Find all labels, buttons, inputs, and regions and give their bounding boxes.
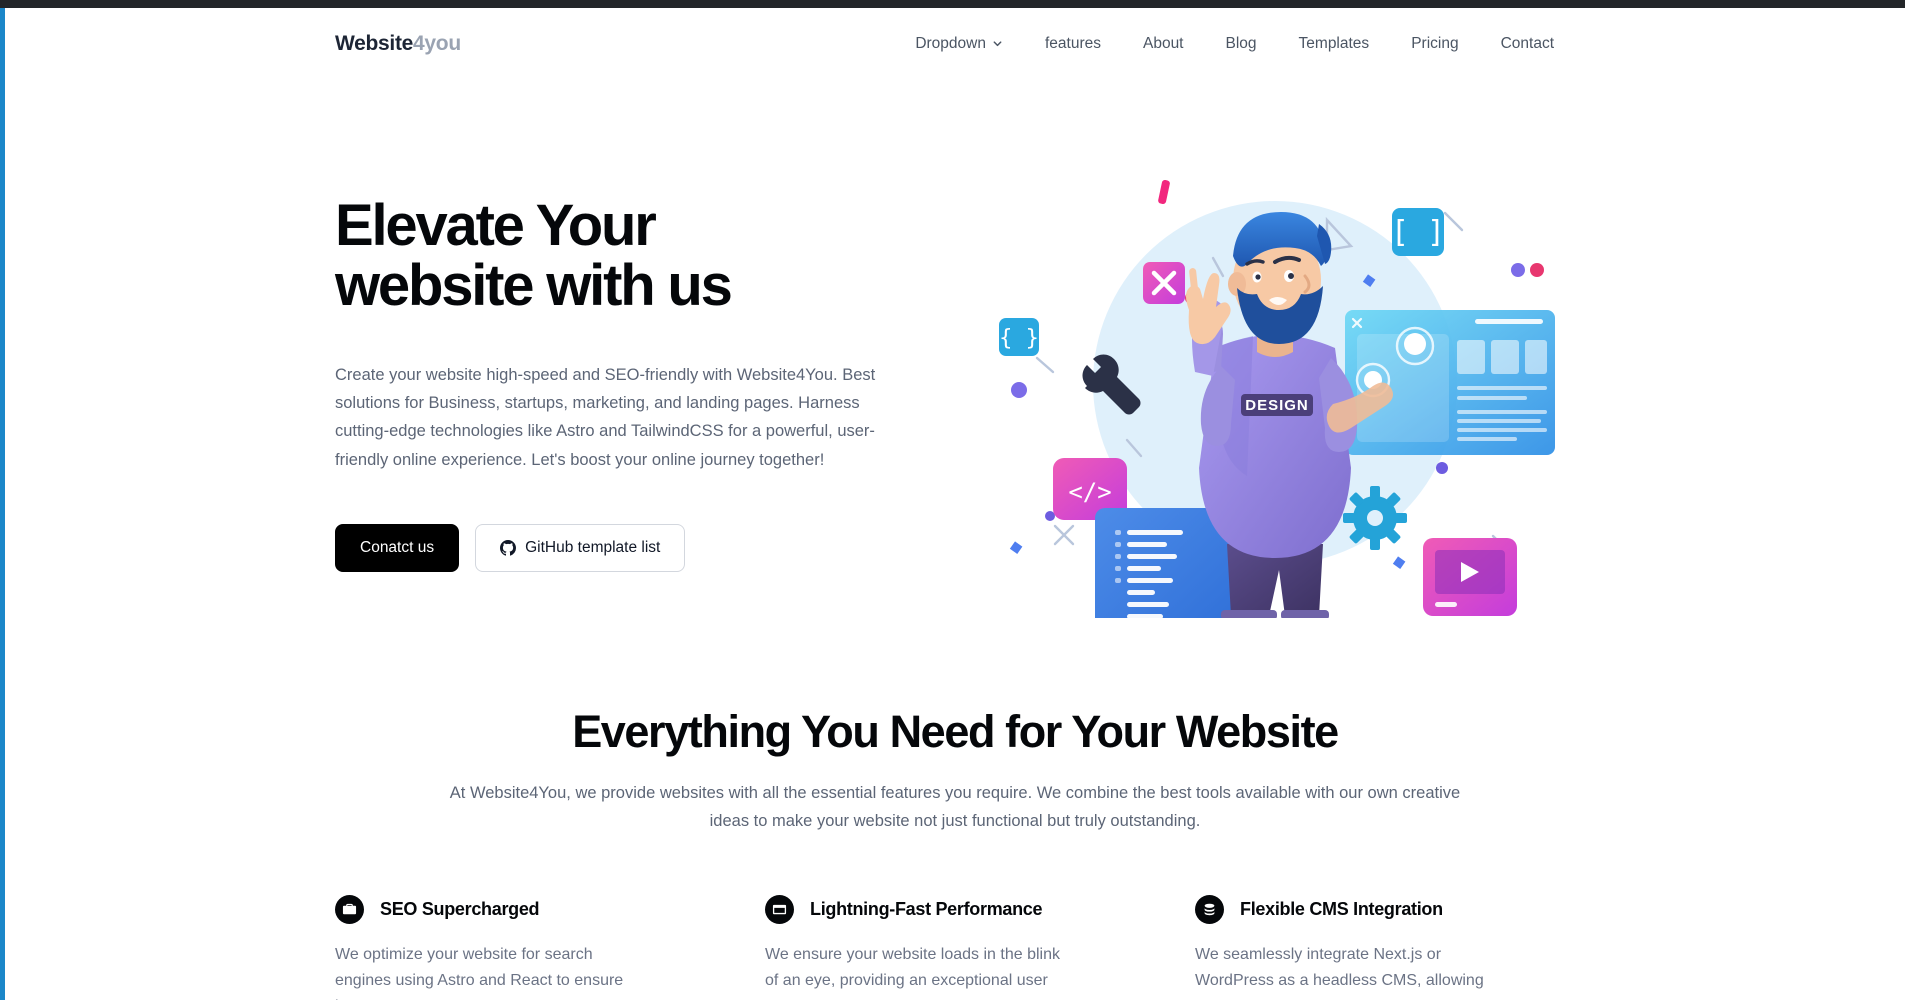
- feature-card-seo: SEO Supercharged We optimize your websit…: [335, 895, 715, 1000]
- hero-button-group: Conatct us GitHub template list: [335, 524, 935, 573]
- hero-illustration: [ ] { } </> DESIGN: [975, 158, 1575, 618]
- contact-us-button-label: Conatct us: [360, 539, 435, 557]
- nav-item-dropdown[interactable]: Dropdown: [894, 29, 1024, 59]
- close-badge: [1143, 262, 1185, 304]
- features-section: Everything You Need for Your Website At …: [335, 706, 1575, 1000]
- contact-us-button[interactable]: Conatct us: [335, 524, 460, 573]
- brackets-badge-top: [ ]: [1391, 208, 1445, 256]
- feature-description: We ensure your website loads in the blin…: [765, 946, 1060, 990]
- nav-item-label: Pricing: [1411, 35, 1459, 52]
- browser-window-icon: [765, 895, 794, 925]
- page-root: Website4you Dropdown features About Blog: [5, 8, 1905, 1000]
- nav-item-label: features: [1044, 35, 1101, 52]
- browser-left-edge: [0, 8, 5, 1000]
- site-logo[interactable]: Website4you: [335, 32, 461, 56]
- nav-item-templates[interactable]: Templates: [1278, 29, 1391, 59]
- nav-item-about[interactable]: About: [1122, 29, 1205, 59]
- nav-item-label: Dropdown: [915, 35, 986, 52]
- svg-text:</>: </>: [1068, 478, 1111, 506]
- nav-item-contact[interactable]: Contact: [1480, 29, 1575, 59]
- feature-title: SEO Supercharged: [380, 899, 540, 920]
- feature-card-cms: Flexible CMS Integration We seamlessly i…: [1195, 895, 1575, 1000]
- hero-subtitle: Create your website high-speed and SEO-f…: [335, 365, 876, 469]
- browser-top-bar: [0, 0, 1905, 8]
- features-subtitle: At Website4You, we provide websites with…: [449, 784, 1461, 830]
- browser-window-graphic: [1345, 310, 1555, 455]
- hero-section: Elevate Your website with us Create your…: [335, 70, 1575, 618]
- nav-item-label: Contact: [1500, 35, 1554, 52]
- hero-title: Elevate Your website with us: [335, 193, 935, 319]
- features-title: Everything You Need for Your Website: [572, 706, 1339, 757]
- feature-grid: SEO Supercharged We optimize your websit…: [335, 895, 1575, 1000]
- chevron-down-icon: [992, 38, 1003, 49]
- github-template-list-label: GitHub template list: [525, 539, 661, 557]
- briefcase-icon: [335, 895, 364, 925]
- feature-description: We optimize your website for search engi…: [335, 946, 624, 1000]
- gear-icon: [1343, 486, 1407, 550]
- nav-item-label: Blog: [1225, 35, 1257, 52]
- feature-description: We seamlessly integrate Next.js or WordP…: [1195, 946, 1484, 990]
- database-stack-icon: [1195, 895, 1224, 925]
- logo-accent-text: 4you: [413, 32, 461, 55]
- site-header: Website4you Dropdown features About Blog: [5, 8, 1905, 70]
- hero-title-line-1: Elevate Your: [335, 193, 657, 258]
- nav-item-label: Templates: [1298, 35, 1370, 52]
- hero-title-line-2: website with us: [335, 253, 733, 319]
- hero-content: Elevate Your website with us Create your…: [335, 148, 935, 573]
- svg-text:{ }: { }: [999, 326, 1039, 351]
- nav-item-pricing[interactable]: Pricing: [1390, 29, 1479, 59]
- svg-text:[ ]: [ ]: [1391, 215, 1445, 250]
- feature-title: Lightning-Fast Performance: [810, 899, 1043, 920]
- braces-badge-left: { }: [999, 318, 1039, 356]
- main-navigation: Dropdown features About Blog Templates P…: [894, 29, 1575, 59]
- github-icon: [500, 540, 517, 556]
- nav-item-features[interactable]: features: [1024, 29, 1122, 59]
- nav-item-blog[interactable]: Blog: [1205, 29, 1278, 59]
- feature-title: Flexible CMS Integration: [1240, 899, 1443, 920]
- github-template-list-button[interactable]: GitHub template list: [475, 524, 686, 573]
- video-player-card: [1423, 538, 1517, 616]
- feature-card-performance: Lightning-Fast Performance We ensure you…: [765, 895, 1145, 1000]
- logo-strong-text: Website: [335, 32, 414, 55]
- hoodie-shirt-text: DESIGN: [1245, 397, 1309, 414]
- nav-item-label: About: [1142, 35, 1184, 52]
